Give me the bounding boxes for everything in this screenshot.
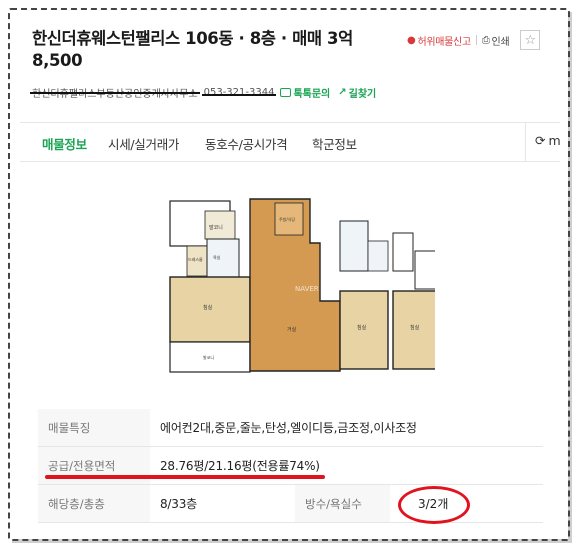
directions-label: 길찾기 — [348, 88, 377, 100]
plan-label-balcony: 발코니 — [209, 224, 223, 231]
annotation-circle — [398, 486, 470, 524]
report-label: 허위매물신고 — [417, 36, 471, 48]
detail-tabs: 매물정보 시세/실거래가 동호수/공시가격 학군정보 ⟳ m — [20, 122, 561, 162]
print-label: 인쇄 — [491, 36, 510, 48]
agent-phone: 053-321-3344 — [201, 86, 277, 98]
print-icon: ⎙ — [481, 34, 490, 46]
agent-row: 한신더휴팰리스부동산공인중개사사무소 053-321-3344 톡톡문의 ↗ 길… — [30, 84, 552, 100]
tab-more-label: m — [548, 133, 561, 148]
chat-icon — [280, 87, 292, 97]
plan-label-balcony-2: 발코니 — [203, 354, 214, 360]
plan-label-room3: 침실 — [410, 324, 420, 331]
plan-label-master: 침실 — [203, 304, 213, 311]
table-row: 매물특징 에어컨2대,중문,줄눈,탄성,엘이디등,금조정,이사조정 — [38, 409, 543, 447]
features-value: 에어컨2대,중문,줄눈,탄성,엘이디등,금조정,이사조정 — [160, 421, 417, 435]
plan-label-room2: 침실 — [357, 324, 367, 331]
plan-bath-2 — [339, 220, 369, 272]
plan-label-living: 거실 — [287, 326, 297, 333]
plan-label-bath: 욕실 — [213, 254, 221, 260]
agent-name: 한신더휴팰리스부동산공인중개사사무소 — [30, 85, 200, 100]
header-actions: ● 허위매물신고 ⎙ 인쇄 ☆ — [402, 30, 541, 50]
refresh-icon: ⟳ — [535, 133, 546, 148]
floorplan-area: NAVER 발코니 드레스룸 욕실 주방/식당 침실 거실 침실 침실 발코니 — [20, 163, 560, 403]
report-false-listing-button[interactable]: ● 허위매물신고 — [402, 31, 476, 49]
print-button[interactable]: ⎙ 인쇄 — [477, 31, 515, 49]
tab-price-history[interactable]: 시세/실거래가 — [108, 134, 179, 153]
favorite-star-button[interactable]: ☆ — [520, 30, 541, 50]
floorplan-image[interactable]: NAVER 발코니 드레스룸 욕실 주방/식당 침실 거실 침실 침실 발코니 — [145, 181, 435, 391]
plan-bath-tub — [367, 240, 389, 272]
plan-watermark: NAVER — [295, 285, 319, 293]
floor-value: 8/33층 — [160, 497, 197, 511]
plan-balcony-right — [414, 250, 435, 290]
plan-bath-1 — [206, 238, 240, 278]
rooms-label: 방수/욕실수 — [295, 485, 390, 522]
features-label: 매물특징 — [38, 409, 150, 446]
tab-school-info[interactable]: 학군정보 — [312, 134, 357, 153]
star-icon: ☆ — [524, 32, 537, 48]
tab-more-button[interactable]: ⟳ m — [535, 133, 561, 148]
plan-label-kitchen: 주방/식당 — [279, 216, 295, 222]
listing-title: 한신더휴웨스턴팰리스 106동 · 8층 · 매매 3억 8,500 — [32, 29, 353, 70]
directions-button[interactable]: ↗ 길찾기 — [338, 85, 376, 100]
tab-divider — [525, 123, 526, 162]
route-icon: ↗ — [338, 86, 347, 98]
tab-unit-number[interactable]: 동호수/공시가격 — [205, 134, 288, 153]
floor-label: 해당층/총층 — [38, 485, 150, 522]
table-row: 공급/전용면적 28.76평/21.16평(전용률74%) — [38, 447, 543, 485]
plan-label-dress: 드레스룸 — [188, 256, 203, 262]
annotation-underline — [45, 475, 325, 479]
siren-icon: ● — [407, 34, 416, 46]
area-value: 28.76평/21.16평(전용률74%) — [160, 459, 320, 473]
tab-listing-info[interactable]: 매물정보 — [42, 134, 87, 153]
talk-inquiry-button[interactable]: 톡톡문의 — [280, 85, 330, 100]
talk-inquiry-label: 톡톡문의 — [293, 88, 331, 100]
plan-utility — [392, 232, 414, 272]
